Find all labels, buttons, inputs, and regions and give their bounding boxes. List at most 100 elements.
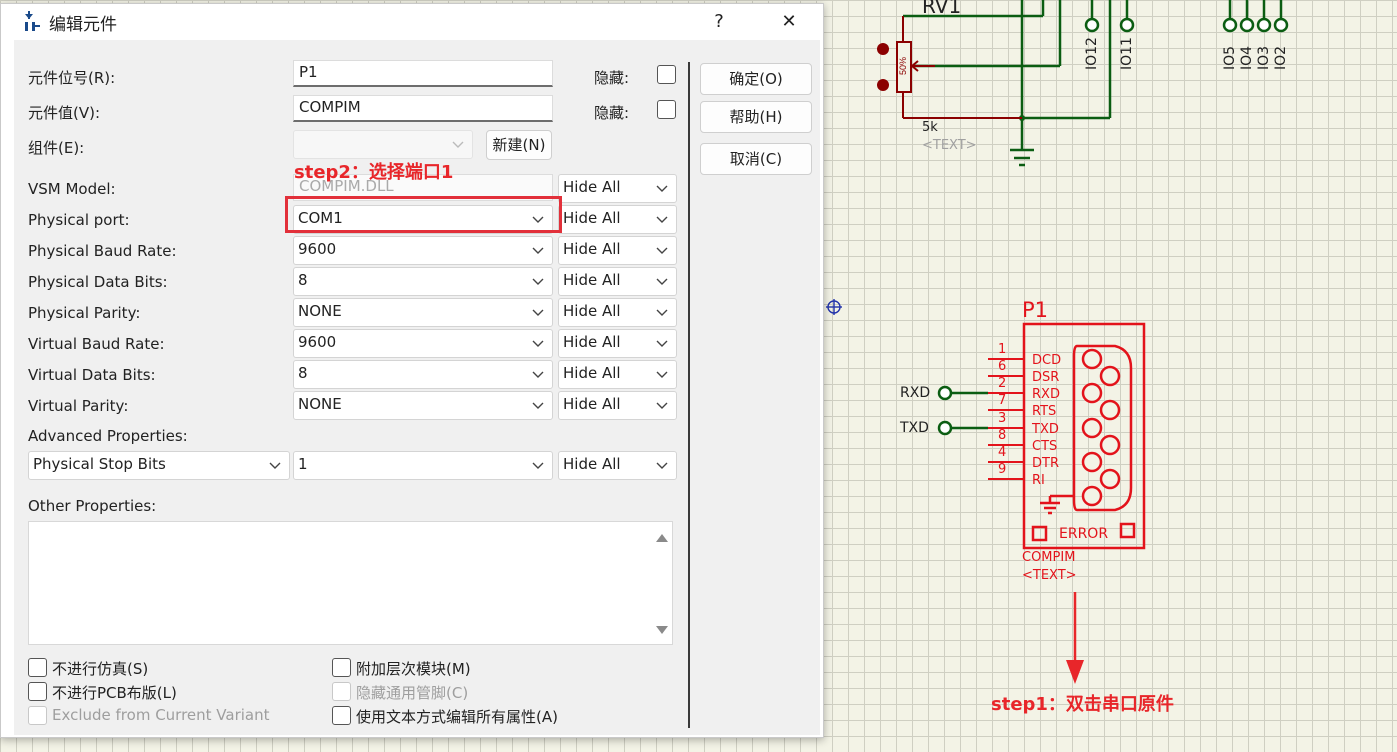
- chevron-down-icon: [656, 185, 668, 192]
- option-checkbox-3: [28, 706, 47, 725]
- chevron-down-icon: [532, 402, 544, 409]
- prop-label-virtual-baud-rate: Virtual Baud Rate:: [28, 335, 165, 353]
- pin-number: 2: [998, 376, 1007, 391]
- prop-select-physical-parity[interactable]: NONE: [293, 298, 553, 327]
- title-bar[interactable]: 编辑元件 ? ✕: [1, 4, 823, 40]
- option-label-6: 使用文本方式编辑所有属性(A): [356, 708, 558, 726]
- visibility-text: Hide All: [563, 271, 621, 289]
- prop-visibility-physical-baud-rate[interactable]: Hide All: [558, 236, 677, 265]
- component-text: <TEXT>: [1022, 568, 1077, 583]
- prop-value-text: NONE: [298, 302, 342, 320]
- prop-visibility-physical-port[interactable]: Hide All: [558, 205, 677, 234]
- visibility-text: Hide All: [563, 302, 621, 320]
- group-label: 组件(E):: [28, 139, 85, 157]
- scroll-down-icon[interactable]: [656, 626, 668, 634]
- dialog-title: 编辑元件: [49, 15, 117, 35]
- other-properties-label: Other Properties:: [28, 497, 157, 515]
- advanced-value-select[interactable]: 1: [293, 451, 553, 480]
- option-checkbox-4[interactable]: [332, 658, 351, 677]
- pin-number: 3: [998, 411, 1007, 426]
- io-label-io3: IO3: [1256, 45, 1272, 70]
- prop-select-virtual-parity[interactable]: NONE: [293, 391, 553, 420]
- cancel-button[interactable]: 取消(C): [700, 143, 812, 175]
- ok-button[interactable]: 确定(O): [700, 63, 812, 95]
- prop-value-text: 9600: [298, 333, 337, 351]
- prop-select-virtual-baud-rate[interactable]: 9600: [293, 329, 553, 358]
- chevron-down-icon: [656, 278, 668, 285]
- edit-component-dialog: 编辑元件 ? ✕ 元件位号(R): P1 隐藏: 元件值(V): COMPIM …: [0, 3, 824, 738]
- prop-label-physical-data-bits: Physical Data Bits:: [28, 273, 168, 291]
- pot-text: <TEXT>: [922, 138, 977, 153]
- option-checkbox-1[interactable]: [28, 658, 47, 677]
- value-hidden-checkbox[interactable]: [657, 100, 676, 119]
- prop-visibility-vsm-model[interactable]: Hide All: [558, 174, 677, 203]
- chevron-down-icon: [532, 309, 544, 316]
- option-label-3: Exclude from Current Variant: [52, 706, 270, 724]
- prop-label-virtual-parity: Virtual Parity:: [28, 397, 129, 415]
- pin-name: RTS: [1032, 404, 1057, 419]
- new-button[interactable]: 新建(N): [486, 130, 552, 160]
- pin-number: 4: [998, 445, 1007, 460]
- io-label-io2: IO2: [1273, 45, 1289, 70]
- option-checkbox-5: [332, 682, 351, 701]
- chevron-down-icon: [532, 340, 544, 347]
- io-label-io12: IO12: [1084, 37, 1100, 70]
- prop-visibility-physical-parity[interactable]: Hide All: [558, 298, 677, 327]
- component-name: COMPIM: [1022, 550, 1076, 565]
- help-button[interactable]: 帮助(H): [700, 101, 812, 133]
- prop-select-physical-baud-rate[interactable]: 9600: [293, 236, 553, 265]
- visibility-text: Hide All: [563, 178, 621, 196]
- advanced-label: Advanced Properties:: [28, 427, 188, 445]
- prop-visibility-physical-data-bits[interactable]: Hide All: [558, 267, 677, 296]
- option-label-2: 不进行PCB布版(L): [52, 684, 177, 702]
- visibility-text: Hide All: [563, 209, 621, 227]
- rv1-label: RV1: [922, 0, 962, 18]
- advanced-value: 1: [298, 455, 308, 473]
- visibility-text: Hide All: [563, 333, 621, 351]
- io-label-io4: IO4: [1239, 45, 1255, 70]
- pin-name: RI: [1032, 473, 1045, 488]
- option-checkbox-2[interactable]: [28, 682, 47, 701]
- value-hidden-label: 隐藏:: [594, 104, 630, 122]
- option-label-1: 不进行仿真(S): [52, 660, 149, 678]
- prop-visibility-virtual-data-bits[interactable]: Hide All: [558, 360, 677, 389]
- chevron-down-icon: [656, 309, 668, 316]
- chevron-down-icon: [656, 371, 668, 378]
- advanced-property-select[interactable]: Physical Stop Bits: [28, 451, 290, 480]
- dialog-body: 元件位号(R): P1 隐藏: 元件值(V): COMPIM 隐藏: 组件(E)…: [14, 40, 820, 735]
- help-icon[interactable]: ?: [699, 8, 739, 36]
- pin-number: 6: [998, 359, 1007, 374]
- pin-name: DCD: [1032, 353, 1062, 368]
- prop-select-physical-data-bits[interactable]: 8: [293, 267, 553, 296]
- chevron-down-icon: [532, 278, 544, 285]
- scroll-up-icon[interactable]: [656, 534, 668, 542]
- pot-percent: 50%: [898, 57, 908, 75]
- pin-name: DSR: [1032, 370, 1060, 385]
- chevron-down-icon: [656, 402, 668, 409]
- ref-hidden-label: 隐藏:: [594, 69, 630, 87]
- close-icon[interactable]: ✕: [769, 8, 809, 36]
- option-checkbox-6[interactable]: [332, 706, 351, 725]
- prop-value-text: 8: [298, 271, 308, 289]
- value-label: 元件值(V):: [28, 104, 101, 122]
- prop-label-physical-port: Physical port:: [28, 211, 130, 229]
- ref-hidden-checkbox[interactable]: [657, 65, 676, 84]
- component-icon: [25, 11, 40, 31]
- io-label-io5: IO5: [1222, 45, 1238, 70]
- chevron-down-icon: [532, 371, 544, 378]
- component-ref: P1: [1022, 298, 1049, 322]
- prop-label-vsm-model: VSM Model:: [28, 180, 116, 198]
- vertical-separator: [688, 62, 690, 728]
- chevron-down-icon: [656, 340, 668, 347]
- chevron-down-icon: [532, 462, 544, 469]
- value-input[interactable]: COMPIM: [293, 95, 553, 122]
- advanced-visibility-select[interactable]: Hide All: [558, 451, 677, 480]
- other-properties-textarea[interactable]: [28, 521, 673, 645]
- pin-number: 1: [998, 342, 1007, 357]
- prop-select-virtual-data-bits[interactable]: 8: [293, 360, 553, 389]
- chevron-down-icon: [452, 141, 464, 148]
- prop-visibility-virtual-parity[interactable]: Hide All: [558, 391, 677, 420]
- ref-input[interactable]: P1: [293, 60, 553, 87]
- prop-visibility-virtual-baud-rate[interactable]: Hide All: [558, 329, 677, 358]
- pot-value: 5k: [922, 120, 938, 135]
